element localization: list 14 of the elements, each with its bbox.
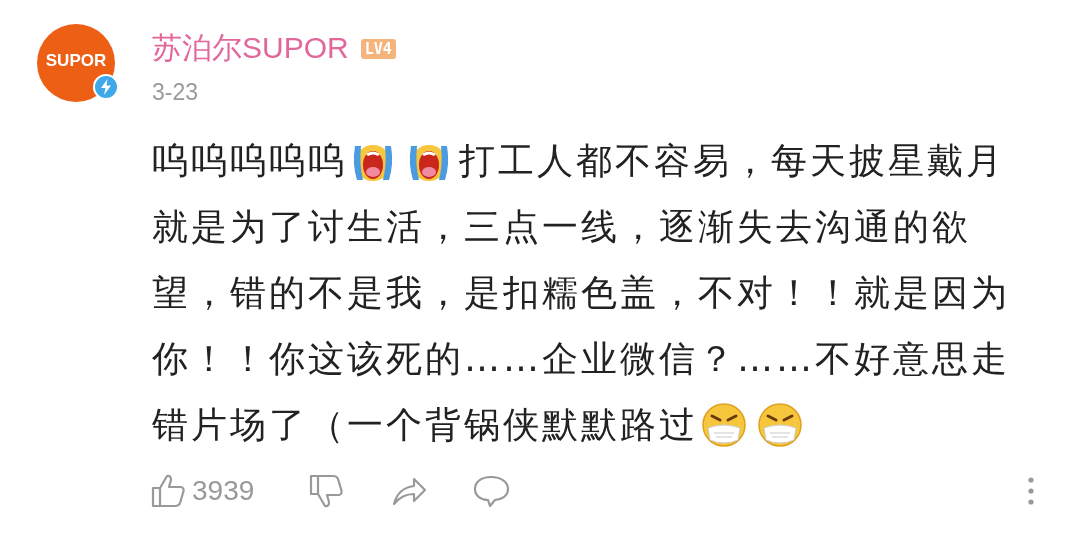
masked-face-emoji-icon: [756, 402, 804, 448]
masked-face-emoji-icon: [700, 402, 748, 448]
like-count: 3939: [192, 475, 255, 507]
comment-date: 3-23: [152, 79, 199, 106]
level-badge: LV4: [360, 38, 396, 59]
like-icon[interactable]: [150, 472, 188, 510]
comment-text: 你！！你这该死的……企业微信？……不好意思走: [152, 336, 1010, 381]
author-name[interactable]: 苏泊尔SUPOR: [152, 28, 349, 69]
comment-text: 错片场了（一个背锅侠默默路过: [152, 402, 698, 447]
comment-text: 打工人都不容易，每天披星戴月: [459, 138, 1005, 183]
comment-text: 呜呜呜呜呜: [152, 138, 347, 183]
comment-text: 就是为了讨生活，三点一线，逐渐失去沟通的欲: [152, 204, 971, 249]
comment-text: 望，错的不是我，是扣糯色盖，不对！！就是因为: [152, 270, 1010, 315]
logo-text: SUPOR: [45, 51, 107, 71]
